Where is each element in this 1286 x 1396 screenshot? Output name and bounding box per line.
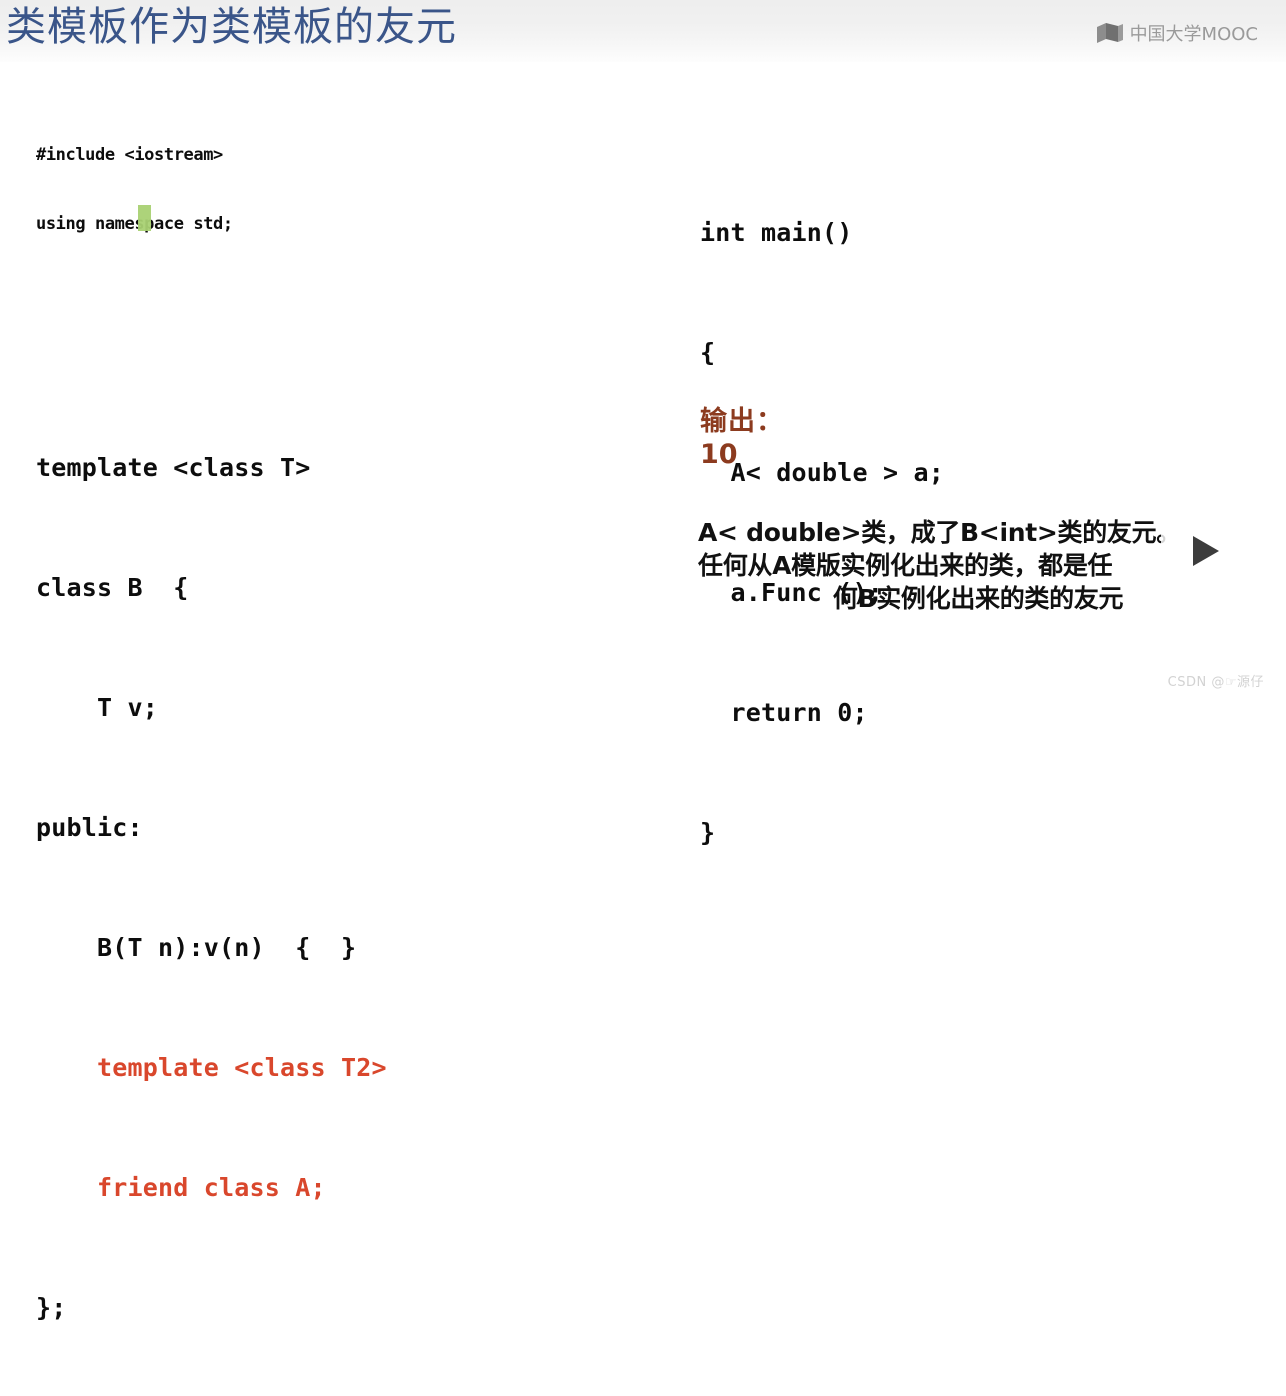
code-line-friend-template: template <class T2>	[36, 1053, 387, 1082]
code-line-friend-class: friend class A;	[36, 1173, 326, 1202]
code-line: T v;	[36, 693, 159, 722]
page-title: 类模板作为类模板的友元	[6, 4, 457, 50]
output-label: 输出：	[700, 406, 784, 437]
left-code-listing: #include <iostream> using namespace std;…	[0, 60, 660, 1396]
code-line: }	[700, 818, 716, 847]
text-cursor-highlight	[138, 205, 151, 231]
brand: 中国大学MOOC	[1096, 20, 1258, 46]
explanation-text: A< double>类，成了B<int>类的友元。 任何从A模版实例化出来的类，…	[698, 516, 1258, 615]
code-line: int main()	[700, 218, 853, 247]
code-line: using namespace std;	[36, 214, 233, 234]
code-line: return 0;	[700, 698, 868, 727]
code-spacer	[0, 320, 660, 330]
code-line: public:	[36, 813, 143, 842]
code-line: {	[700, 338, 716, 367]
explanation-line-2: 任何从A模版实例化出来的类，都是任	[698, 551, 1113, 580]
code-line: #include <iostream>	[36, 145, 223, 165]
slide-header: 类模板作为类模板的友元 中国大学MOOC	[0, 0, 1286, 62]
output-value: 10	[700, 439, 738, 470]
code-line: A< double > a;	[700, 458, 945, 487]
code-line: B(T n):v(n) { }	[36, 933, 357, 962]
explanation-line-3: 何B实例化出来的类的友元	[832, 584, 1124, 613]
explanation-line-1: A< double>类，成了B<int>类的友元。	[698, 518, 1182, 547]
code-line: };	[36, 1293, 67, 1322]
book-logo-icon	[1096, 23, 1123, 43]
output-section: 输出： 10	[700, 405, 784, 471]
code-line: template <class T>	[36, 453, 311, 482]
csdn-watermark: CSDN @☞源仔	[1167, 675, 1264, 690]
brand-label: 中国大学MOOC	[1129, 24, 1258, 45]
code-line: class B {	[36, 573, 189, 602]
